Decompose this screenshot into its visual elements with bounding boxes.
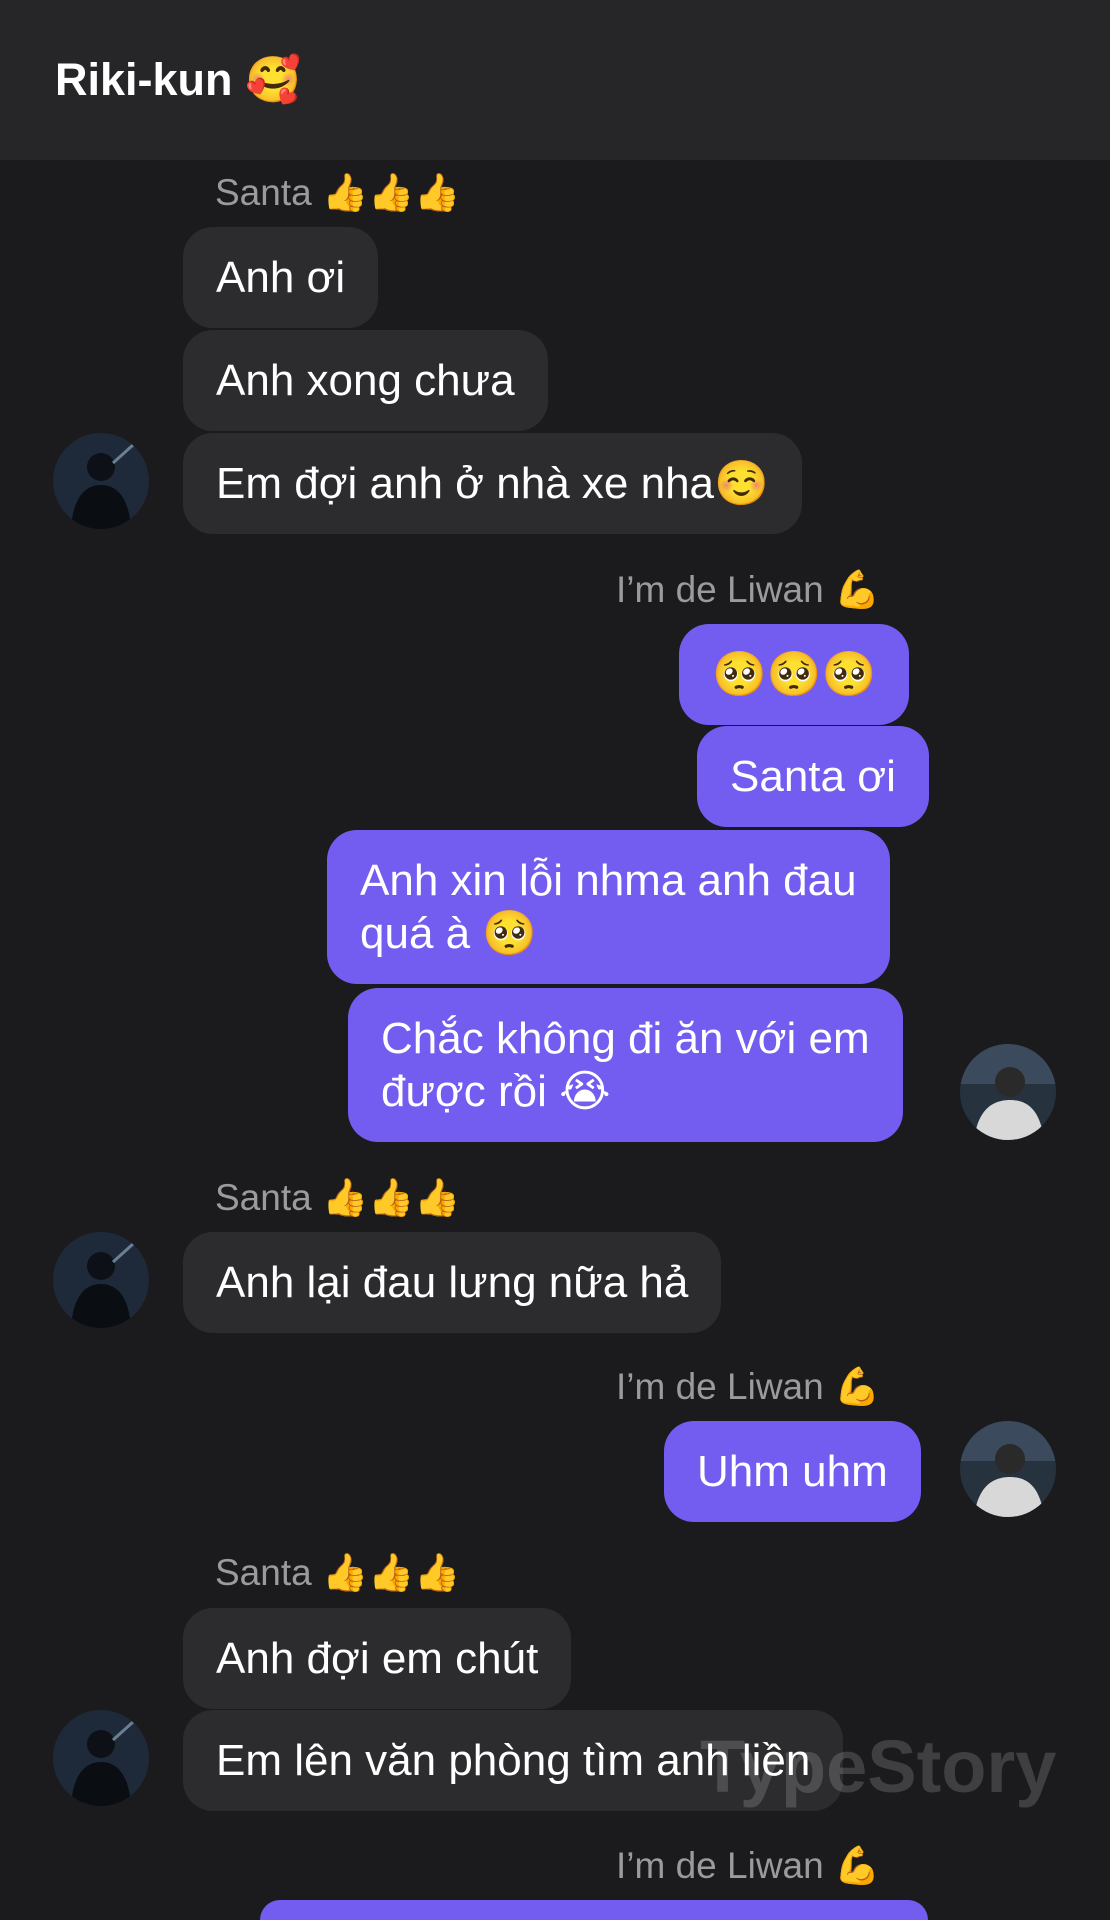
sender-name: I’m de Liwan 💪 [616,1366,881,1407]
outgoing-message[interactable] [260,1900,928,1920]
outgoing-message[interactable]: Santa ơi [697,726,929,827]
incoming-message[interactable]: Anh xong chưa [183,330,548,431]
message-line: Chắc không đi ăn với em [381,1014,870,1063]
sender-name: I’m de Liwan 💪 [616,1845,881,1886]
outgoing-message[interactable]: Chắc không đi ăn với em được rồi 😭 [348,988,903,1142]
incoming-message[interactable]: Anh lại đau lưng nữa hả [183,1232,722,1333]
incoming-message[interactable]: Anh đợi em chút [183,1608,572,1709]
message-line: quá à 🥺 [360,909,538,958]
santa-avatar[interactable] [53,1232,149,1328]
incoming-message[interactable]: Em đợi anh ở nhà xe nha☺️ [183,433,802,534]
outgoing-message[interactable]: Uhm uhm [664,1421,921,1522]
santa-avatar[interactable] [53,433,149,529]
chat-header: Riki-kun 🥰 [0,0,1110,160]
liwan-avatar[interactable] [960,1044,1056,1140]
sender-name: Santa 👍👍👍 [215,172,461,213]
outgoing-message[interactable]: 🥺🥺🥺 [679,624,910,725]
sender-name: Santa 👍👍👍 [215,1177,461,1218]
message-line: Anh xin lỗi nhma anh đau [360,856,857,905]
chat-title[interactable]: Riki-kun 🥰 [55,52,301,108]
outgoing-message[interactable]: Anh xin lỗi nhma anh đau quá à 🥺 [327,830,890,984]
sender-name: Santa 👍👍👍 [215,1552,461,1593]
watermark: TypeStory [700,1725,1057,1808]
santa-avatar[interactable] [53,1710,149,1806]
sender-name: I’m de Liwan 💪 [616,569,881,610]
liwan-avatar[interactable] [960,1421,1056,1517]
message-line: được rồi 😭 [381,1067,611,1116]
incoming-message[interactable]: Anh ơi [183,227,379,328]
